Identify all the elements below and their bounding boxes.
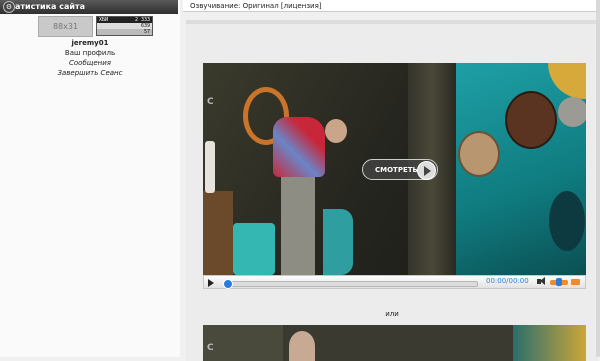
site-stats-title: атистика сайта [15,2,86,11]
messages-link[interactable]: Сообщения [0,58,180,68]
video2-scene-right [513,325,586,361]
video-scene-disc [549,191,585,251]
video-player[interactable]: С СМОТРЕТЬ 00:00/00:00 [203,63,586,289]
video-scene-man-legs [281,177,315,275]
play-circle-icon [417,161,436,180]
video-scene-man-shirt [273,117,325,177]
time-display: 00:00/00:00 [486,277,529,285]
video-scene-bucket [233,223,275,275]
video2-scene-left [203,325,283,361]
video-scene-shelf [203,191,233,275]
dubbing-info: Озвучивание: Оригинал [лицензия] [183,0,600,12]
logout-link[interactable]: Завершить Сеанс [0,68,180,78]
site-stats-header: ⚙ атистика сайта [0,0,178,14]
channel-watermark: С [207,343,214,353]
watch-button[interactable]: СМОТРЕТЬ [362,159,438,180]
sidebar: ⚙ атистика сайта 88x31 ХБИ 2 333 639 57 … [0,0,180,357]
main-content: Озвучивание: Оригинал [лицензия] С СМОТР… [183,0,600,361]
progress-track[interactable] [226,281,478,287]
video-player-secondary[interactable]: С [203,325,586,361]
username: jeremy01 [71,39,109,47]
video-scene-hat-gray [558,97,586,127]
channel-watermark: С [207,97,214,107]
counter-row-value: 57 [143,29,150,35]
dubbing-label: Озвучивание: Оригинал [лицензия] [190,2,322,10]
volume-knob[interactable] [556,278,562,286]
counter-badge-label: 88x31 [52,22,79,31]
player-controls: 00:00/00:00 [203,275,586,289]
video-scene-pan [505,91,557,149]
fullscreen-icon[interactable] [571,279,580,285]
video-section: С СМОТРЕТЬ 00:00/00:00 или С [186,20,598,361]
progress-knob[interactable] [223,279,233,289]
video-scene-barrel [323,209,353,275]
video-scene-man-head [325,119,347,143]
watch-button-label: СМОТРЕТЬ [375,166,418,174]
counter-row: 57 [97,29,152,35]
user-panel: jeremy01 Ваш профиль Сообщения Завершить… [0,38,180,78]
counter-badge-88x31[interactable]: 88x31 [38,16,93,37]
page-scrollbar[interactable] [596,0,600,357]
video-frame[interactable]: С СМОТРЕТЬ [203,63,586,275]
video-scene-bottle [205,141,215,193]
stats-icon: ⚙ [3,1,15,13]
or-separator: или [385,310,399,318]
profile-link[interactable]: Ваш профиль [0,48,180,58]
video-scene-pan-small [458,131,500,177]
volume-icon[interactable] [537,277,545,285]
stats-counter[interactable]: ХБИ 2 333 639 57 [96,16,153,36]
play-icon[interactable] [208,279,214,287]
